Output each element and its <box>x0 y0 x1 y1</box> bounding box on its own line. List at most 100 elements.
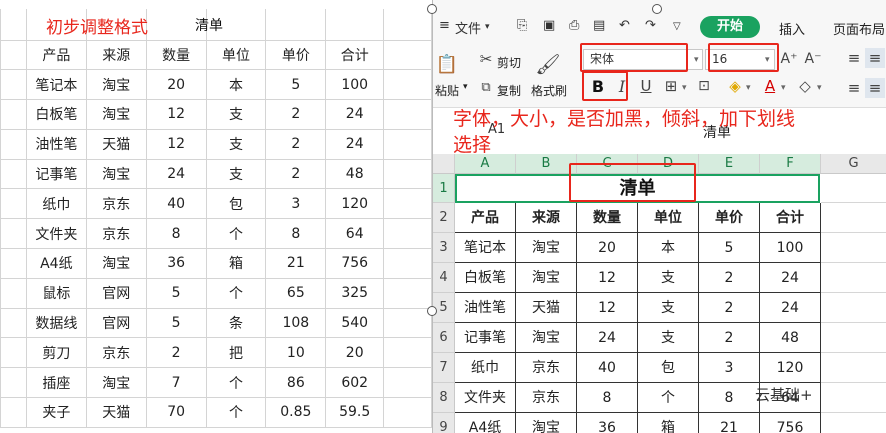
data-cell[interactable]: 包 <box>638 353 699 383</box>
header-cell[interactable]: 数量 <box>577 203 638 233</box>
redo-icon[interactable]: ↷ <box>645 18 656 33</box>
italic-button[interactable]: I <box>614 76 630 96</box>
more-icon[interactable]: ▽ <box>673 21 681 32</box>
font-grow-icon[interactable]: A⁺ <box>779 48 799 70</box>
data-cell[interactable]: 淘宝 <box>516 323 577 353</box>
undo-icon[interactable]: ↶ <box>619 18 630 33</box>
bold-button[interactable]: B <box>588 76 608 96</box>
data-cell[interactable]: 支 <box>638 263 699 293</box>
data-cell[interactable]: 京东 <box>516 353 577 383</box>
border-icon[interactable]: ⊞ <box>661 76 681 96</box>
underline-button[interactable]: U <box>638 76 654 96</box>
merge-icon[interactable]: ⊡ <box>695 76 713 96</box>
data-cell[interactable]: 箱 <box>638 413 699 433</box>
align-center-icon[interactable]: ≡ <box>865 78 885 98</box>
header-cell[interactable]: 单位 <box>638 203 699 233</box>
data-cell[interactable]: 笔记本 <box>455 233 516 263</box>
font-color-dropdown-icon[interactable]: ▾ <box>781 83 786 93</box>
data-cell[interactable]: 12 <box>577 263 638 293</box>
empty-cell[interactable] <box>821 233 886 263</box>
data-cell[interactable]: 756 <box>760 413 821 433</box>
print-icon[interactable]: ⎙ <box>569 18 579 33</box>
data-cell[interactable]: 油性笔 <box>455 293 516 323</box>
paste-icon[interactable]: 📋 <box>436 52 458 76</box>
header-cell[interactable]: 单价 <box>699 203 760 233</box>
data-cell[interactable]: 2 <box>699 323 760 353</box>
empty-cell[interactable] <box>821 203 886 233</box>
data-cell[interactable]: 记事笔 <box>455 323 516 353</box>
paste-dropdown-icon[interactable]: ▾ <box>463 82 468 92</box>
scissors-icon[interactable]: ✂ <box>477 50 495 68</box>
empty-cell[interactable] <box>821 323 886 353</box>
empty-cell[interactable] <box>821 293 886 323</box>
empty-cell[interactable] <box>821 174 886 203</box>
data-cell[interactable]: 2 <box>699 263 760 293</box>
merged-title-cell[interactable]: 清单 <box>455 174 820 203</box>
hamburger-icon[interactable]: ≡ <box>439 18 450 33</box>
eraser-dropdown-icon[interactable]: ▾ <box>817 83 822 93</box>
header-cell[interactable]: 合计 <box>760 203 821 233</box>
data-cell[interactable]: 12 <box>577 293 638 323</box>
font-color-icon[interactable]: A <box>761 76 779 96</box>
font-size-dropdown-icon[interactable]: ▾ <box>765 55 770 65</box>
row-header[interactable]: 3 <box>433 233 455 263</box>
copy-label[interactable]: 复制 <box>497 82 521 99</box>
row-header[interactable]: 4 <box>433 263 455 293</box>
menu-file[interactable]: 文件 <box>455 18 481 37</box>
data-cell[interactable]: 支 <box>638 323 699 353</box>
font-name-field[interactable]: 宋体 <box>583 49 703 70</box>
data-cell[interactable]: 天猫 <box>516 293 577 323</box>
eraser-icon[interactable]: ◇ <box>795 76 815 96</box>
data-cell[interactable]: 纸巾 <box>455 353 516 383</box>
fill-color-icon[interactable]: ◈ <box>725 76 745 96</box>
data-cell[interactable]: 支 <box>638 293 699 323</box>
row-header[interactable]: 9 <box>433 413 455 433</box>
header-cell[interactable]: 来源 <box>516 203 577 233</box>
row-header[interactable]: 7 <box>433 353 455 383</box>
data-cell[interactable]: 3 <box>699 353 760 383</box>
data-cell[interactable]: 白板笔 <box>455 263 516 293</box>
align-middle-icon[interactable]: ≡ <box>865 48 885 68</box>
data-cell[interactable]: 24 <box>577 323 638 353</box>
data-cell[interactable]: 120 <box>760 353 821 383</box>
align-left-icon[interactable]: ≡ <box>844 78 864 98</box>
data-cell[interactable]: 5 <box>699 233 760 263</box>
format-painter-label[interactable]: 格式刷 <box>531 82 567 99</box>
data-cell[interactable]: 100 <box>760 233 821 263</box>
font-shrink-icon[interactable]: A⁻ <box>803 48 823 70</box>
preview-icon[interactable]: ▤ <box>593 18 605 33</box>
data-cell[interactable]: 淘宝 <box>516 413 577 433</box>
empty-cell[interactable] <box>821 353 886 383</box>
chevron-down-icon[interactable]: ▾ <box>485 22 490 32</box>
corner-cell[interactable] <box>433 154 455 174</box>
row-header[interactable]: 6 <box>433 323 455 353</box>
border-dropdown-icon[interactable]: ▾ <box>682 83 687 93</box>
row-header[interactable]: 2 <box>433 203 455 233</box>
data-cell[interactable]: 24 <box>760 293 821 323</box>
column-header[interactable]: G <box>821 154 886 174</box>
data-cell[interactable]: A4纸 <box>455 413 516 433</box>
tab-page-layout[interactable]: 页面布局 <box>833 19 885 38</box>
data-cell[interactable]: 8 <box>577 383 638 413</box>
data-cell[interactable]: 淘宝 <box>516 233 577 263</box>
data-cell[interactable]: 淘宝 <box>516 263 577 293</box>
header-cell[interactable]: 产品 <box>455 203 516 233</box>
fill-color-dropdown-icon[interactable]: ▾ <box>746 83 751 93</box>
data-cell[interactable]: 24 <box>760 263 821 293</box>
data-cell[interactable]: 36 <box>577 413 638 433</box>
row-header[interactable]: 1 <box>433 174 455 203</box>
row-header[interactable]: 8 <box>433 383 455 413</box>
resize-handle-top[interactable] <box>427 4 437 14</box>
data-cell[interactable]: 文件夹 <box>455 383 516 413</box>
save-icon[interactable]: ▣ <box>543 18 555 33</box>
empty-cell[interactable] <box>821 413 886 433</box>
data-cell[interactable]: 21 <box>699 413 760 433</box>
cut-label[interactable]: 剪切 <box>497 54 521 71</box>
data-cell[interactable]: 京东 <box>516 383 577 413</box>
font-name-dropdown-icon[interactable]: ▾ <box>694 55 699 65</box>
data-cell[interactable]: 个 <box>638 383 699 413</box>
resize-handle-top-mid[interactable] <box>652 4 662 14</box>
align-top-icon[interactable]: ≡ <box>844 48 864 68</box>
paste-label[interactable]: 粘贴 <box>435 82 459 99</box>
data-cell[interactable]: 2 <box>699 293 760 323</box>
